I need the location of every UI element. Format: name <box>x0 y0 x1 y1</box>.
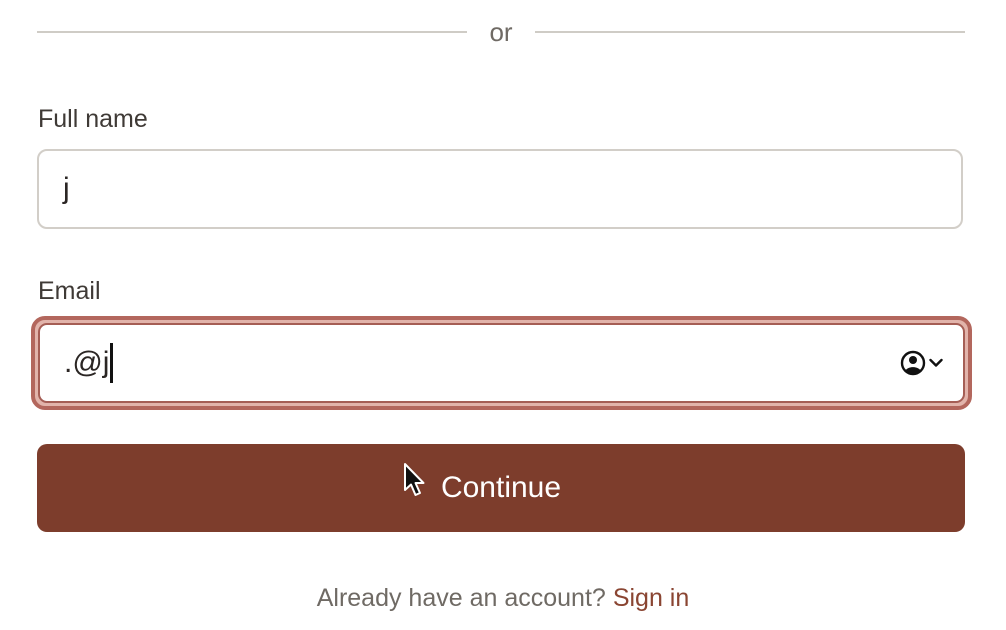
autofill-button[interactable] <box>900 350 943 376</box>
full-name-field[interactable]: j <box>37 149 963 229</box>
email-value-wrapper[interactable]: .@j <box>40 343 114 383</box>
email-value: .@j <box>64 346 110 379</box>
signup-form: or Full name j Email .@j Continue Alread… <box>0 0 1006 630</box>
signin-link[interactable]: Sign in <box>613 584 689 612</box>
chevron-down-icon <box>929 358 943 367</box>
full-name-label: Full name <box>38 105 148 133</box>
divider-line-right <box>534 31 965 33</box>
divider-text: or <box>489 17 513 47</box>
email-field-focus-ring: .@j <box>31 316 972 410</box>
full-name-value[interactable]: j <box>39 171 70 207</box>
user-circle-icon <box>900 350 926 376</box>
continue-button[interactable]: Continue <box>37 444 965 532</box>
or-divider: or <box>37 12 965 52</box>
signin-row: Already have an account? Sign in <box>0 580 1006 616</box>
text-caret <box>110 343 114 383</box>
mouse-pointer-icon <box>404 463 425 496</box>
signin-prompt: Already have an account? <box>316 584 606 612</box>
email-field[interactable]: .@j <box>38 323 965 403</box>
email-label: Email <box>38 277 101 305</box>
divider-line-left <box>37 31 468 33</box>
